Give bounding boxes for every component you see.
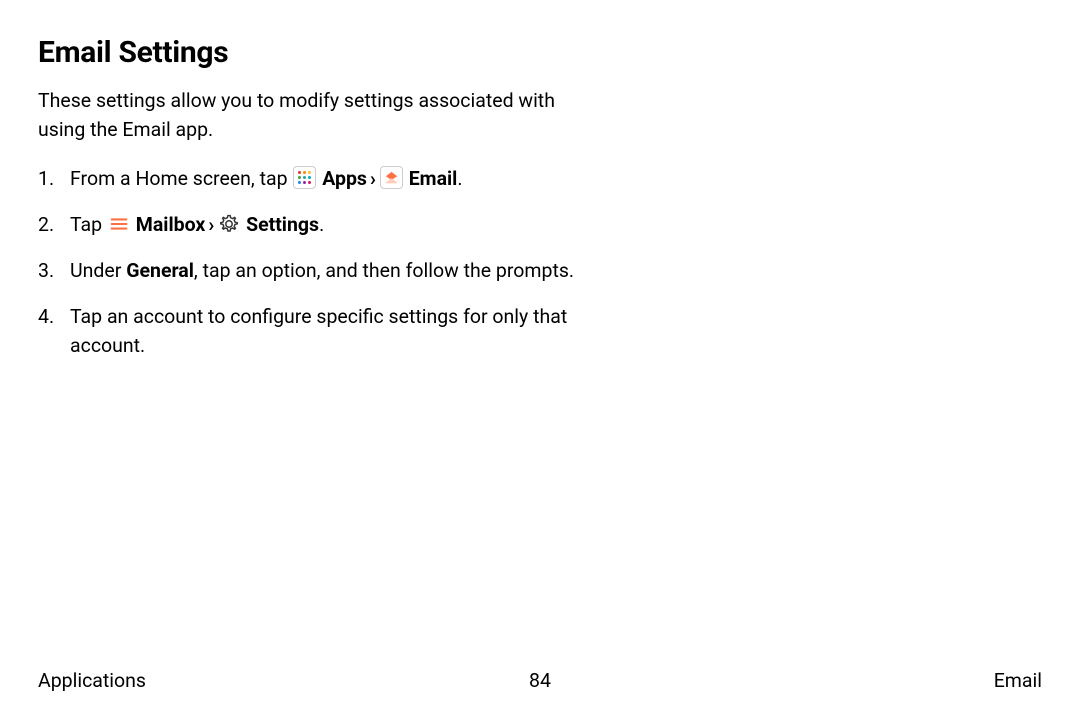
step-4-text: Tap an account to configure specific set…: [70, 305, 567, 356]
step-4: Tap an account to configure specific set…: [38, 303, 578, 360]
step-1-pre: From a Home screen, tap: [70, 167, 292, 190]
step-2-pre: Tap: [70, 213, 107, 236]
footer-topic-name: Email: [994, 669, 1042, 692]
step-2-period: .: [319, 213, 324, 236]
page-footer: Applications 84 Email: [38, 669, 1042, 692]
intro-text: These settings allow you to modify setti…: [38, 86, 578, 145]
steps-list: From a Home screen, tap Apps› Email. Tap: [38, 165, 578, 360]
step-3-post: , tap an option, and then follow the pro…: [194, 259, 574, 282]
email-icon: [380, 166, 403, 189]
step-3-pre: Under: [70, 259, 126, 282]
chevron-icon: ›: [370, 165, 376, 193]
chevron-icon: ›: [208, 211, 214, 239]
apps-icon: [293, 166, 316, 189]
step-3: Under General, tap an option, and then f…: [38, 257, 578, 285]
email-label: Email: [409, 167, 458, 190]
mailbox-hamburger-icon: [108, 213, 130, 235]
apps-label: Apps: [322, 167, 367, 190]
mailbox-label: Mailbox: [136, 213, 206, 236]
settings-gear-icon: [218, 213, 240, 235]
step-1-period: .: [457, 167, 462, 190]
step-1: From a Home screen, tap Apps› Email.: [38, 165, 578, 193]
settings-label: Settings: [246, 213, 319, 236]
step-2: Tap Mailbox› Settings.: [38, 211, 578, 239]
footer-page-number: 84: [529, 669, 551, 692]
footer-section-name: Applications: [38, 669, 146, 692]
page-title: Email Settings: [38, 35, 1042, 70]
general-label: General: [126, 259, 194, 282]
